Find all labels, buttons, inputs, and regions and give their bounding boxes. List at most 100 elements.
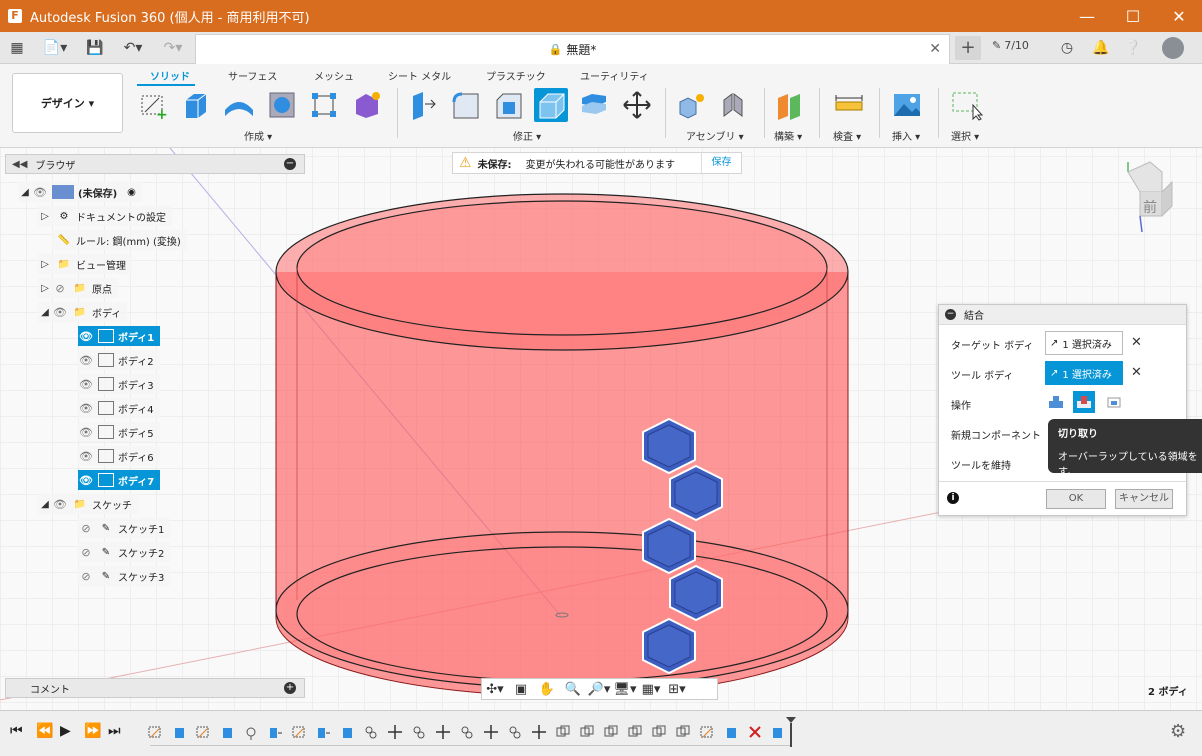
timeline-joint-icon[interactable] — [458, 723, 476, 741]
go-to-end-icon[interactable]: ⏭ — [108, 723, 121, 739]
tree-item-body6[interactable]: 👁 ボディ6 — [78, 446, 160, 466]
add-comment-icon[interactable]: + — [284, 682, 296, 694]
eye-icon[interactable]: 👁 — [78, 426, 94, 439]
grid-snap-icon[interactable]: ▦▾ — [638, 679, 664, 699]
modify-group-menu[interactable]: 修正 ▾ — [513, 128, 541, 143]
browser-root[interactable]: ◢ 👁 (未保存) ◉ — [18, 182, 142, 202]
chamfer-icon[interactable] — [491, 88, 525, 122]
inspect-group-menu[interactable]: 検査 ▾ — [833, 128, 861, 143]
minimize-button[interactable]: — — [1064, 0, 1110, 32]
workspace-switcher[interactable]: デザイン ▾ — [12, 73, 123, 133]
job-status[interactable]: ✎ 7/10 — [992, 39, 1029, 52]
joint-icon[interactable] — [716, 88, 750, 122]
timeline-marker[interactable] — [786, 717, 796, 747]
tree-item-body2[interactable]: 👁 ボディ2 — [78, 350, 160, 370]
tree-item-document-settings[interactable]: ▷ ⚙ ドキュメントの設定 — [38, 206, 172, 226]
eye-icon[interactable]: 👁 — [52, 306, 68, 319]
collapsed-triangle-icon[interactable]: ▷ — [38, 283, 52, 294]
combine-icon[interactable] — [577, 88, 611, 122]
fillet-icon[interactable] — [448, 88, 482, 122]
timeline-extrude-icon[interactable] — [338, 723, 356, 741]
tree-item-body7[interactable]: 👁 ボディ7 — [78, 470, 161, 490]
pan-hand-icon[interactable]: ✋ — [534, 679, 560, 699]
zoom-window-icon[interactable]: 🔎▾ — [586, 679, 612, 699]
data-panel-grid-icon[interactable]: ▦ — [6, 32, 28, 64]
tab-mesh[interactable]: メッシュ — [314, 68, 354, 83]
hole-icon[interactable] — [265, 88, 299, 122]
document-tab[interactable]: 🔒 無題* ✕ — [195, 34, 950, 64]
cut-operation-icon[interactable] — [1073, 391, 1095, 413]
timeline-extrude-icon[interactable] — [768, 723, 786, 741]
tree-item-sketch1[interactable]: ⊘ ✎ スケッチ1 — [78, 518, 171, 538]
eye-icon[interactable]: 👁 — [52, 498, 68, 511]
close-button[interactable]: ✕ — [1156, 0, 1202, 32]
tree-item-body3[interactable]: 👁 ボディ3 — [78, 374, 160, 394]
help-icon[interactable]: ❔ — [1122, 32, 1144, 64]
extrude-icon[interactable] — [178, 88, 212, 122]
file-menu-icon[interactable]: 📄▾ — [38, 32, 72, 64]
timeline-sketch-icon[interactable] — [194, 723, 212, 741]
eye-hidden-icon[interactable]: ⊘ — [78, 546, 94, 559]
user-avatar[interactable] — [1162, 37, 1184, 59]
tab-solid[interactable]: ソリッド — [150, 68, 190, 83]
tree-item-sketch3[interactable]: ⊘ ✎ スケッチ3 — [78, 566, 171, 586]
viewcube[interactable]: 前 — [1122, 158, 1182, 238]
tree-item-sketches[interactable]: ◢ 👁 📁 スケッチ — [38, 494, 138, 514]
create-group-menu[interactable]: 作成 ▾ — [244, 128, 272, 143]
minus-icon[interactable]: − — [284, 158, 296, 170]
timeline-extrude-icon[interactable] — [170, 723, 188, 741]
viewports-icon[interactable]: ⊞▾ — [664, 679, 690, 699]
collapsed-triangle-icon[interactable]: ▷ — [38, 211, 52, 222]
eye-icon[interactable]: 👁 — [78, 354, 94, 367]
timeline-combine-icon[interactable] — [578, 723, 596, 741]
maximize-button[interactable]: ☐ — [1110, 0, 1156, 32]
assemble-group-menu[interactable]: アセンブリ ▾ — [686, 128, 744, 143]
undo-icon[interactable]: ↶▾ — [116, 32, 150, 64]
timeline-move-icon[interactable] — [434, 723, 452, 741]
offset-plane-icon[interactable] — [772, 88, 806, 122]
eye-icon[interactable]: 👁 — [78, 474, 94, 487]
expanded-triangle-icon[interactable]: ◢ — [38, 499, 52, 510]
tree-item-units[interactable]: 📏 ルール: 鋼(mm) (変換) — [52, 230, 187, 250]
timeline-move-icon[interactable] — [530, 723, 548, 741]
move-copy-icon[interactable] — [620, 88, 654, 122]
play-icon[interactable]: ▶ — [60, 723, 71, 739]
tree-item-bodies[interactable]: ◢ 👁 📁 ボディ — [38, 302, 128, 322]
eye-icon[interactable]: 👁 — [78, 402, 94, 415]
timeline-press-pull-icon[interactable] — [314, 723, 332, 741]
intersect-operation-icon[interactable] — [1103, 391, 1125, 413]
look-at-icon[interactable]: ▣ — [508, 679, 534, 699]
tab-surface[interactable]: サーフェス — [228, 68, 277, 83]
tree-item-named-views[interactable]: ▷ 📁 ビュー管理 — [38, 254, 132, 274]
tool-body-selector[interactable]: ↗ 1 選択済み — [1045, 361, 1123, 385]
timeline-press-pull-icon[interactable] — [266, 723, 284, 741]
ok-button[interactable]: OK — [1046, 489, 1106, 509]
shell-icon[interactable] — [534, 88, 568, 122]
redo-icon[interactable]: ↷▾ — [156, 32, 190, 64]
cancel-button[interactable]: キャンセル — [1115, 489, 1173, 509]
tab-plastic[interactable]: プラスチック — [486, 68, 546, 83]
join-operation-icon[interactable] — [1045, 391, 1067, 413]
timeline-extrude-icon[interactable] — [722, 723, 740, 741]
tab-utility[interactable]: ユーティリティ — [580, 68, 649, 83]
timeline-sketch-icon[interactable] — [698, 723, 716, 741]
timeline-joint-icon[interactable] — [362, 723, 380, 741]
dialog-header[interactable]: − 結合 — [939, 305, 1186, 325]
eye-hidden-icon[interactable]: ⊘ — [78, 570, 94, 583]
timeline-joint-icon[interactable] — [410, 723, 428, 741]
tree-item-body4[interactable]: 👁 ボディ4 — [78, 398, 160, 418]
pattern-icon[interactable] — [307, 88, 341, 122]
timeline-move-icon[interactable] — [482, 723, 500, 741]
zoom-icon[interactable]: 🔍 — [560, 679, 586, 699]
tree-item-body1[interactable]: 👁 ボディ1 — [78, 326, 161, 346]
timeline-combine-icon[interactable] — [626, 723, 644, 741]
create-form-icon[interactable] — [350, 88, 384, 122]
new-component-icon[interactable] — [674, 88, 708, 122]
comments-panel[interactable]: コメント + — [5, 678, 305, 698]
step-forward-icon[interactable]: ⏩ — [84, 723, 101, 739]
display-settings-icon[interactable]: 🖥▾ — [612, 679, 638, 699]
timeline-move-icon[interactable] — [386, 723, 404, 741]
tab-sheet-metal[interactable]: シート メタル — [388, 68, 451, 83]
timeline-delete-icon[interactable] — [746, 723, 764, 741]
close-tab-icon[interactable]: ✕ — [929, 41, 941, 57]
